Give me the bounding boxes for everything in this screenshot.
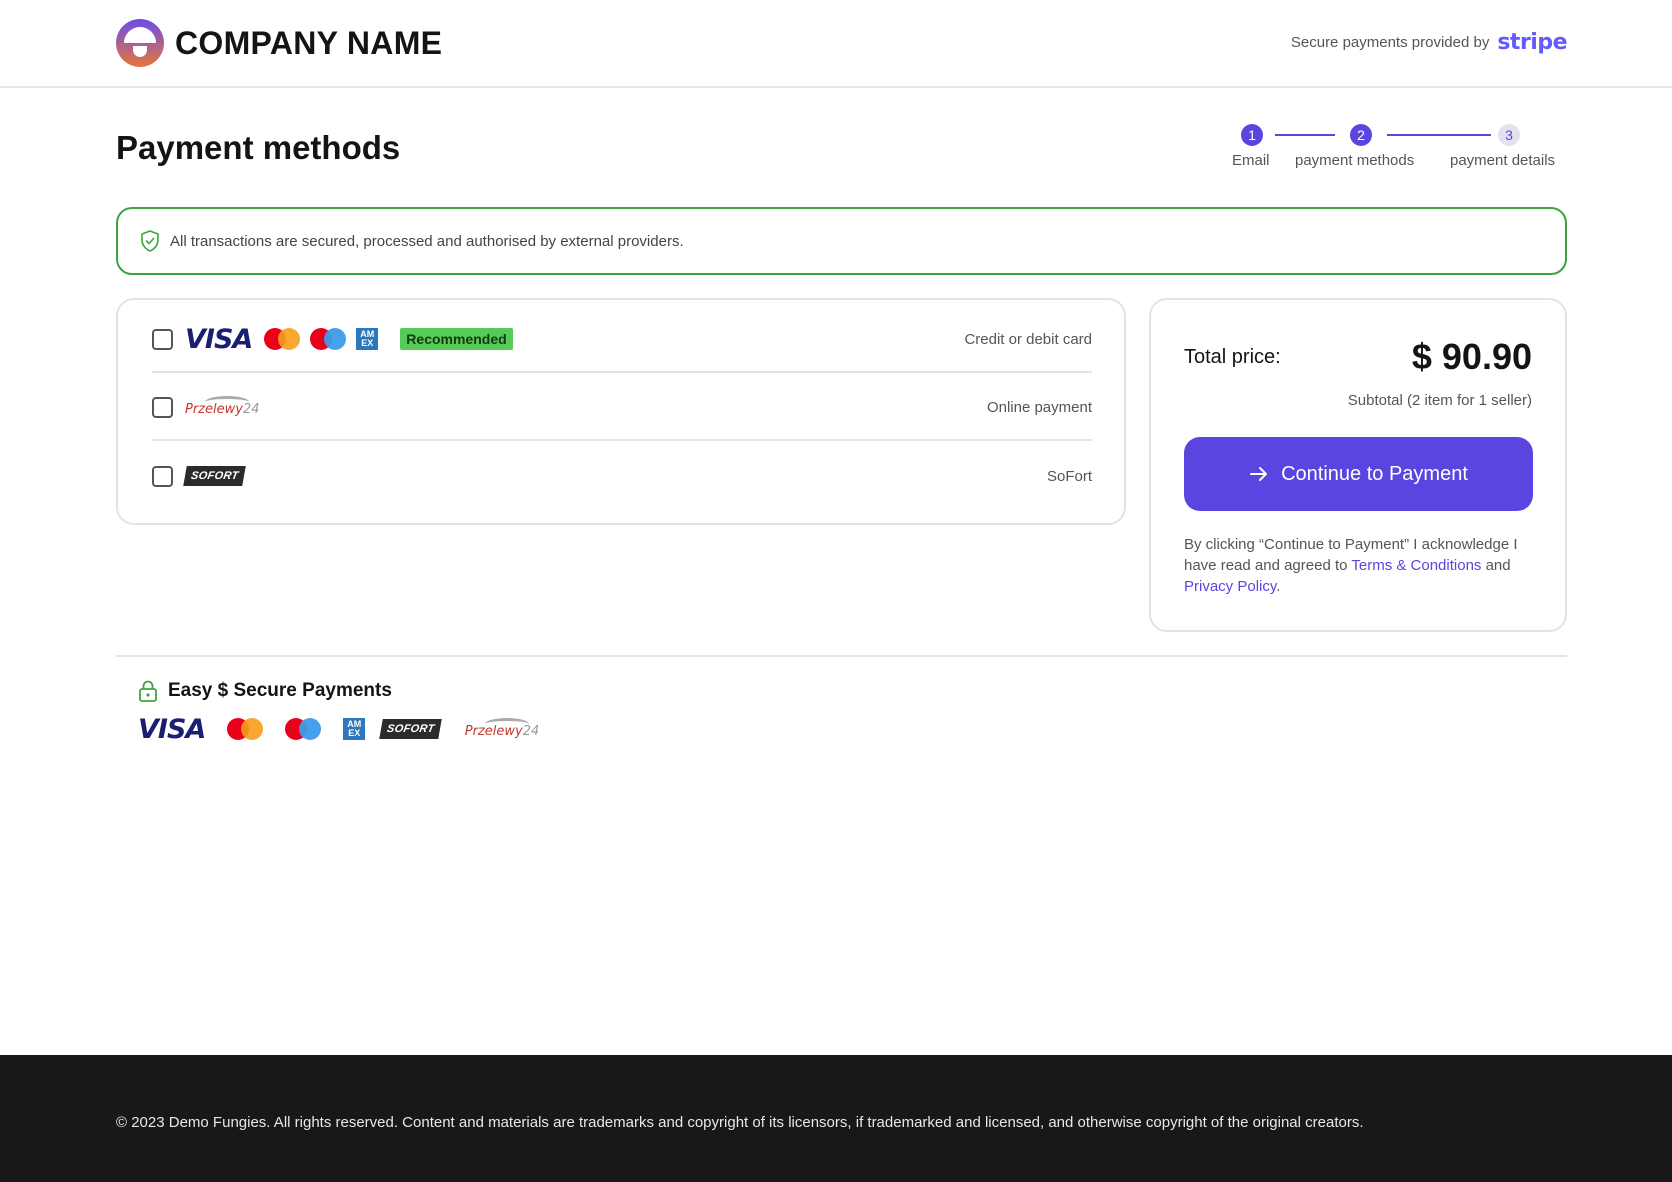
- footer-copyright: © 2023 Demo Fungies. All rights reserved…: [116, 1114, 1364, 1131]
- step-connector-2: [1387, 134, 1491, 136]
- secure-payments-heading: Easy $ Secure Payments: [138, 680, 392, 702]
- shield-check-icon: [141, 230, 159, 252]
- online-method-checkbox[interactable]: [152, 396, 173, 418]
- sofort-logo: SOFORT: [379, 719, 443, 739]
- mastercard-logo: [264, 328, 301, 350]
- top-header: COMPANY NAME Secure payments provided by…: [0, 0, 1672, 88]
- privacy-link[interactable]: Privacy Policy: [1184, 578, 1276, 595]
- maestro-logo: [310, 328, 347, 350]
- sofort-method-checkbox[interactable]: [152, 465, 173, 487]
- total-price-value: $ 90.90: [1411, 336, 1532, 377]
- secure-payments-text: Secure payments provided by: [1290, 34, 1490, 51]
- card-brand-logos: VISA AM EX Recommended: [185, 324, 513, 355]
- secure-payments-title: Easy $ Secure Payments: [168, 680, 392, 701]
- company-logo-icon[interactable]: [116, 19, 164, 67]
- continue-to-payment-label: Continue to Payment: [1281, 462, 1468, 485]
- payment-methods-card: VISA AM EX Recommended Credit or debit c…: [116, 298, 1126, 525]
- step-connector-1: [1275, 134, 1335, 136]
- terms-link[interactable]: Terms & Conditions: [1351, 557, 1481, 574]
- sofort-method-label: SoFort: [1046, 467, 1092, 485]
- visa-logo: VISA: [138, 713, 206, 745]
- visa-logo: VISA: [185, 323, 253, 355]
- arrow-right-icon: [1250, 467, 1268, 481]
- card-method-label: Credit or debit card: [964, 330, 1092, 348]
- section-divider: [116, 655, 1567, 657]
- amex-logo: AM EX: [356, 328, 379, 350]
- mastercard-logo: [227, 718, 264, 740]
- payment-method-card[interactable]: VISA AM EX Recommended Credit or debit c…: [152, 307, 1092, 373]
- maestro-logo: [285, 718, 322, 740]
- order-summary-card: Total price: $ 90.90 Subtotal (2 item fo…: [1149, 298, 1567, 632]
- step-2-label: payment methods: [1295, 152, 1415, 169]
- step-1-indicator[interactable]: 1: [1241, 124, 1263, 146]
- company-name: COMPANY NAME: [175, 25, 443, 61]
- recommended-badge: Recommended: [400, 328, 513, 350]
- step-3-label: payment details: [1450, 152, 1556, 169]
- card-method-checkbox[interactable]: [152, 328, 173, 350]
- sofort-logo: SOFORT: [183, 466, 247, 486]
- przelewy24-logo: Przelewy24: [185, 396, 260, 418]
- step-2-indicator[interactable]: 2: [1350, 124, 1372, 146]
- secure-payments-provider: Secure payments provided by stripe: [1290, 30, 1568, 55]
- checkout-stepper: 1 2 3 Email payment methods payment deta…: [1225, 122, 1571, 172]
- online-method-label: Online payment: [986, 398, 1092, 416]
- lock-icon: [139, 680, 157, 702]
- continue-to-payment-button[interactable]: Continue to Payment: [1184, 437, 1533, 511]
- przelewy24-logo: Przelewy24: [465, 718, 539, 740]
- amex-logo: AM EX: [343, 718, 366, 740]
- step-1-label: Email: [1232, 152, 1270, 169]
- step-3-indicator: 3: [1498, 124, 1520, 146]
- subtotal-text: Subtotal (2 item for 1 seller): [1347, 392, 1532, 409]
- security-notice: All transactions are secured, processed …: [116, 207, 1567, 275]
- page-footer: © 2023 Demo Fungies. All rights reserved…: [0, 1055, 1672, 1182]
- payment-method-online[interactable]: Przelewy24 Online payment: [152, 375, 1092, 441]
- page-title: Payment methods: [116, 129, 401, 166]
- accepted-payment-logos: VISA AM EX SOFORT Przelewy24: [138, 713, 539, 745]
- security-notice-text: All transactions are secured, processed …: [170, 232, 684, 250]
- payment-method-sofort[interactable]: SOFORT SoFort: [152, 443, 1092, 509]
- stripe-logo[interactable]: stripe: [1497, 30, 1567, 55]
- legal-acknowledgement: By clicking “Continue to Payment” I ackn…: [1184, 536, 1518, 595]
- total-price-label: Total price:: [1184, 346, 1281, 368]
